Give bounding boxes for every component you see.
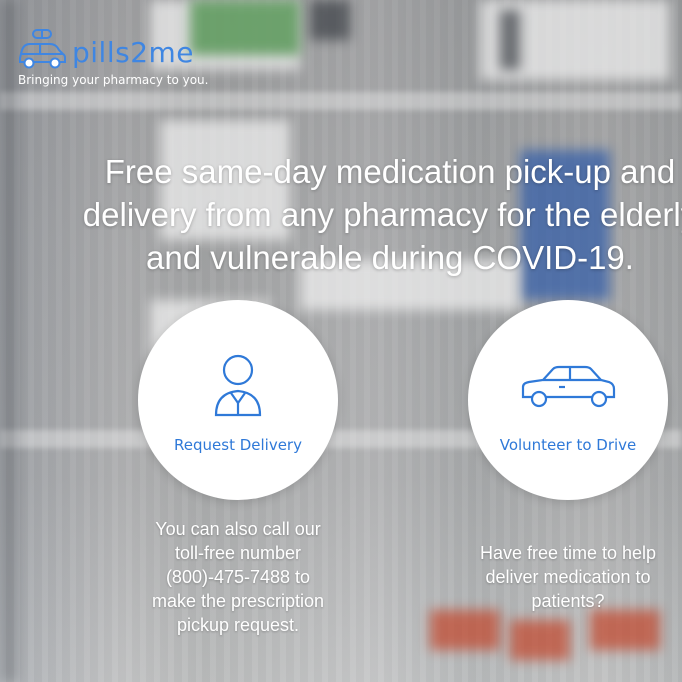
volunteer-info-text: Have free time to help deliver medicatio… (458, 541, 678, 613)
request-delivery-button[interactable]: Request Delivery (138, 300, 338, 500)
headline-line: delivery from any pharmacy for the elder… (82, 196, 682, 233)
brand-logo[interactable]: pills2me (16, 28, 194, 70)
volunteer-to-drive-label: Volunteer to Drive (499, 436, 637, 454)
headline-line: and vulnerable during COVID-19. (146, 239, 634, 276)
brand-tagline: Bringing your pharmacy to you. (18, 73, 209, 87)
note-line: make the prescription (151, 591, 325, 611)
phone-number-line: (800)-475-7488 to (165, 567, 311, 587)
volunteer-to-drive-button[interactable]: Volunteer to Drive (468, 300, 668, 500)
headline-line: Free same-day medication pick-up and (104, 153, 676, 190)
note-line: Have free time to help (479, 543, 657, 563)
note-line: pickup request. (176, 615, 300, 635)
note-line: patients? (531, 591, 605, 611)
note-line: toll-free number (174, 543, 302, 563)
hero-headline: Free same-day medication pick-up and del… (20, 150, 682, 279)
call-info-text: You can also call our toll-free number (… (130, 517, 346, 637)
brand-name: pills2me (72, 36, 195, 69)
car-with-pill-icon (19, 29, 66, 69)
person-icon (214, 352, 262, 420)
note-line: You can also call our (155, 519, 321, 539)
request-delivery-label: Request Delivery (174, 436, 302, 454)
note-line: deliver medication to (485, 567, 651, 587)
car-icon (519, 352, 617, 420)
